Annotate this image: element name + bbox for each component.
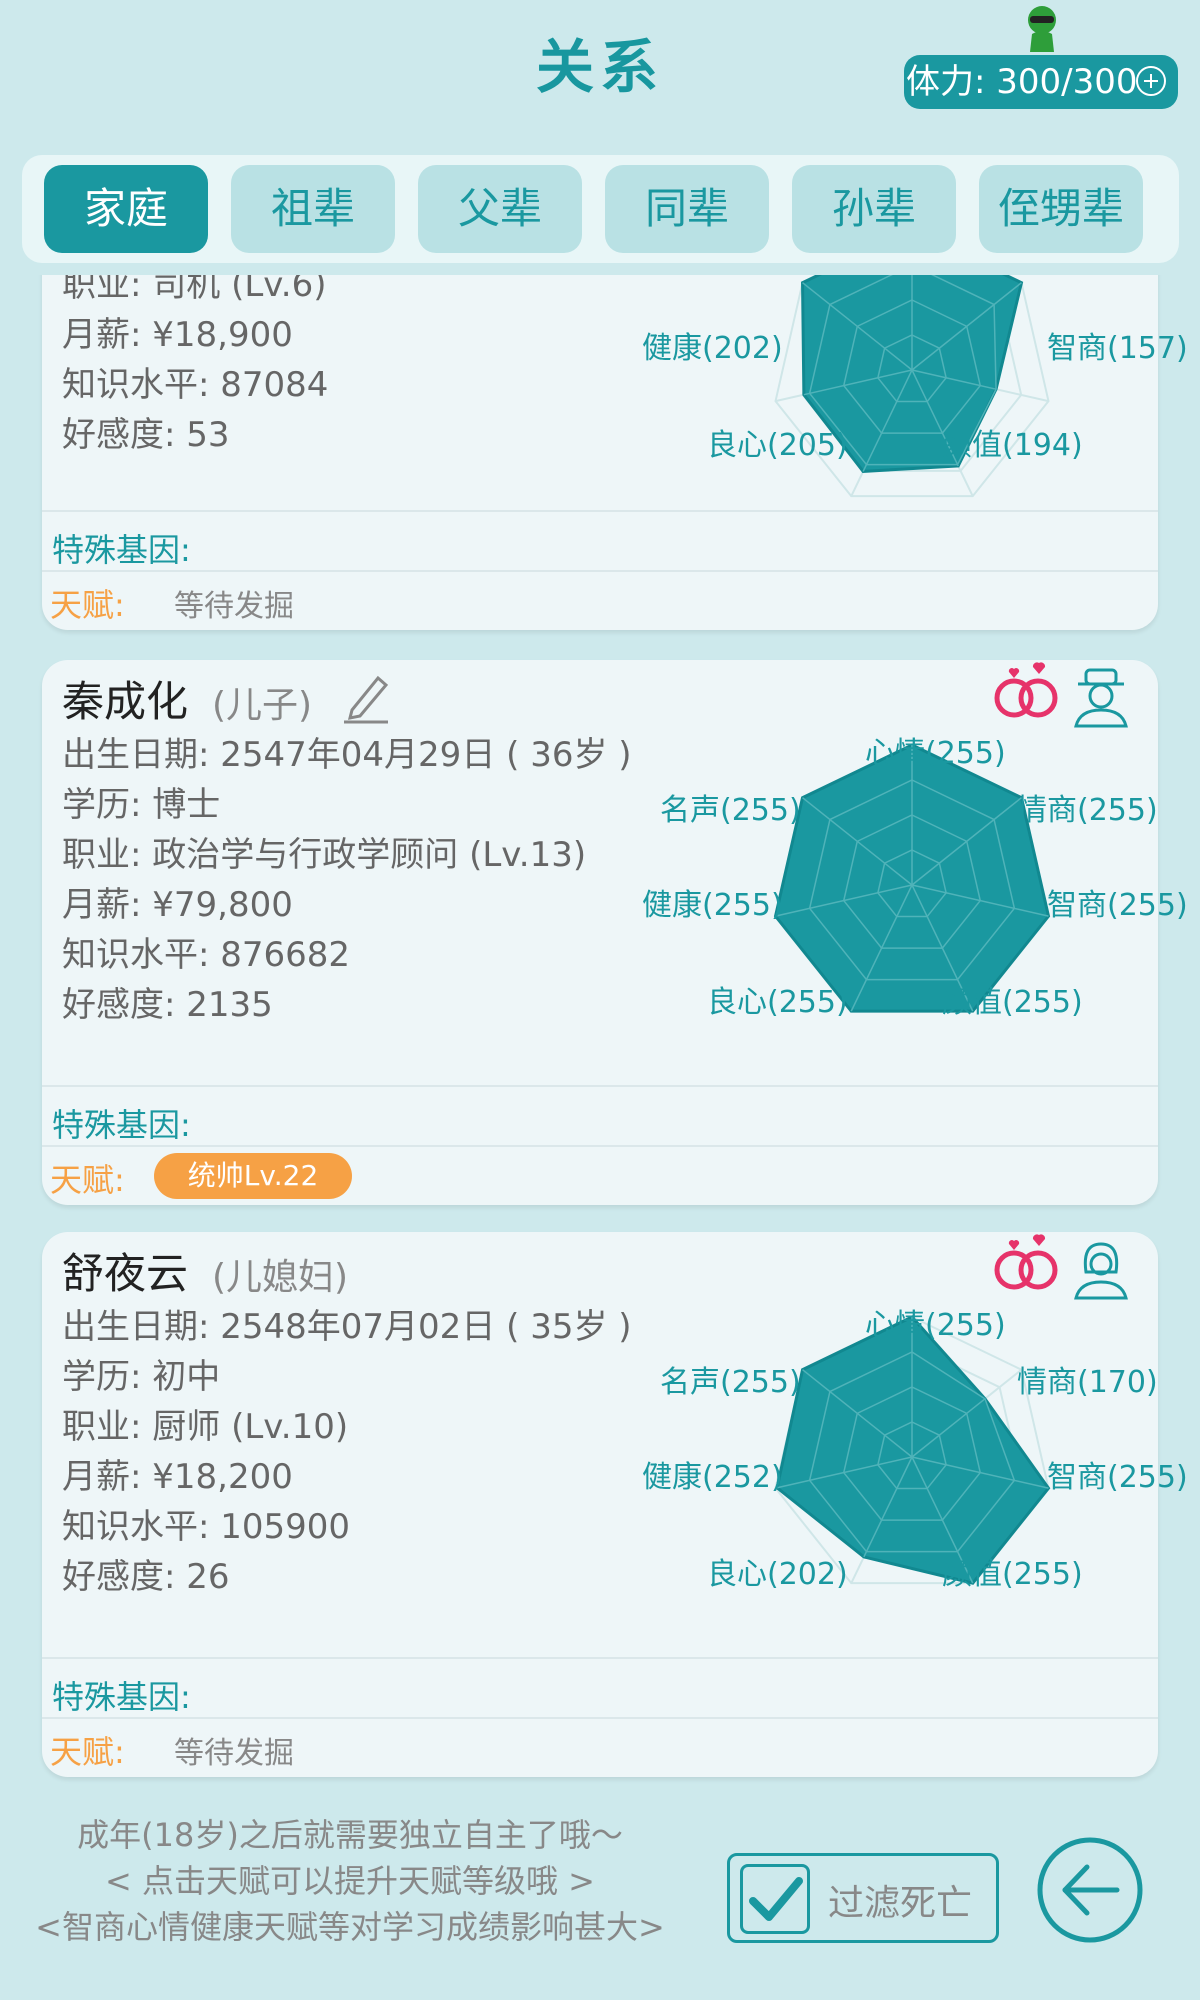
edit-icon[interactable] — [342, 668, 390, 724]
member-name: 舒夜云 — [62, 1249, 189, 1298]
tip-text[interactable]: < 点击天赋可以提升天赋等级哦 > — [0, 1856, 700, 1902]
knowledge-text: 知识水平: 876682 — [62, 935, 351, 975]
member-name: 秦成化 — [62, 677, 189, 726]
radar-label-fame: 名声(255) — [660, 793, 801, 828]
check-icon — [749, 1877, 803, 1921]
affection-text: 好感度: 53 — [62, 415, 230, 455]
salary-text: 月薪: ¥18,900 — [62, 315, 293, 355]
attribute-radar: 心情(255) 情商(255) 智商(255) 颜值(255) 良心(255) … — [642, 736, 1188, 1020]
radar-label-eq: 情商(255) — [1017, 793, 1158, 828]
radar-label-mood: 心情(255) — [865, 736, 1006, 771]
radar-label-looks: 颜值(194) — [942, 428, 1083, 463]
tab-nephews[interactable]: 侄甥辈 — [979, 165, 1143, 253]
gene-label: 特殊基因: — [52, 1106, 191, 1144]
checkbox[interactable] — [740, 1864, 810, 1934]
plus-icon[interactable] — [1136, 66, 1166, 96]
radar-label-fame: 名声(255) — [660, 1365, 801, 1400]
radar-label-intel: 智商(255) — [1047, 888, 1188, 923]
marriage-ring-icon — [994, 1234, 1058, 1290]
tab-peers[interactable]: 同辈 — [605, 165, 769, 253]
tip-text: <智商心情健康天赋等对学习成绩影响甚大> — [35, 1908, 665, 1946]
tab-grandchildren[interactable]: 孙辈 — [792, 165, 956, 253]
female-avatar-icon — [1074, 1242, 1128, 1300]
radar-label-health: 健康(202) — [642, 331, 783, 366]
radar-label-health: 健康(255) — [642, 888, 783, 923]
radar-label-looks: 颜值(255) — [942, 1557, 1083, 1592]
mascot-icon — [1028, 6, 1056, 52]
radar-label-health: 健康(252) — [642, 1460, 783, 1495]
tab-grandparents[interactable]: 祖辈 — [231, 165, 395, 253]
male-avatar-icon — [1074, 668, 1128, 728]
member-relation: (儿媳妇) — [212, 1257, 349, 1298]
radar-value-polygon — [775, 1315, 1051, 1585]
member-card[interactable]: 职业: 司机 (Lv.6) 月薪: ¥18,900 知识水平: 87084 好感… — [42, 275, 1188, 630]
gene-label: 特殊基因: — [52, 1678, 191, 1716]
divider — [42, 1657, 1158, 1659]
talent-status[interactable]: 等待发掘 — [174, 581, 294, 625]
marriage-ring-icon — [994, 662, 1058, 718]
member-relation: (儿子) — [212, 685, 313, 726]
tab-family[interactable]: 家庭 — [44, 165, 208, 253]
salary-text: 月薪: ¥79,800 — [62, 885, 293, 925]
knowledge-text: 知识水平: 87084 — [62, 365, 329, 405]
back-arrow-icon[interactable] — [1035, 1835, 1145, 1945]
job-text: 职业: 厨师 (Lv.10) — [62, 1407, 349, 1447]
gene-label: 特殊基因: — [52, 531, 191, 569]
job-text: 职业: 政治学与行政学顾问 (Lv.13) — [62, 835, 587, 875]
talent-status[interactable]: 等待发掘 — [174, 1728, 294, 1772]
talent-label: 天赋: — [50, 586, 125, 624]
radar-label-conscience: 良心(255) — [707, 985, 848, 1020]
job-text: 职业: 司机 (Lv.6) — [62, 275, 327, 305]
divider — [42, 1085, 1158, 1087]
education-text: 学历: 初中 — [62, 1357, 221, 1397]
filter-label: 过滤死亡 — [828, 1883, 973, 1924]
divider — [42, 1717, 1158, 1719]
radar-label-eq: 情商(170) — [1017, 1365, 1158, 1400]
attribute-radar: 心情(255) 情商(170) 智商(255) 颜值(255) 良心(202) … — [642, 1308, 1188, 1592]
birthdate-text: 出生日期: 2548年07月02日 ( 35岁 ) — [62, 1307, 632, 1347]
salary-text: 月薪: ¥18,200 — [62, 1457, 293, 1497]
relation-tabs: 家庭 祖辈 父辈 同辈 孙辈 侄甥辈 — [22, 155, 1179, 263]
divider — [42, 1145, 1158, 1147]
affection-text: 好感度: 26 — [62, 1557, 230, 1597]
radar-label-intel: 智商(255) — [1047, 1460, 1188, 1495]
tip-text: 成年(18岁)之后就需要独立自主了哦～ — [77, 1816, 623, 1854]
talent-badge[interactable]: 统帅Lv.22 — [154, 1153, 352, 1199]
stamina-badge[interactable]: 体力: 300/300 — [904, 55, 1178, 109]
attribute-radar: 健康(202) 智商(157) 良心(205) 颜值(194) — [642, 275, 1188, 498]
filter-dead-toggle[interactable]: 过滤死亡 — [727, 1853, 999, 1943]
divider — [42, 510, 1158, 512]
affection-text: 好感度: 2135 — [62, 985, 273, 1025]
radar-label-conscience: 良心(202) — [707, 1557, 848, 1592]
education-text: 学历: 博士 — [62, 785, 221, 825]
radar-shape — [773, 743, 1051, 1013]
member-card[interactable]: 舒夜云 (儿媳妇) 出生日期: 2548年07月02日 ( 35岁 ) 学历: … — [42, 1232, 1188, 1777]
radar-shape — [774, 1315, 1051, 1585]
divider — [42, 570, 1158, 572]
radar-label-conscience: 良心(205) — [707, 428, 848, 463]
bottom-bar: 成年(18岁)之后就需要独立自主了哦～ < 点击天赋可以提升天赋等级哦 > <智… — [0, 1800, 1200, 2000]
member-card[interactable]: 秦成化 (儿子) 出生日期: 2547年04月29日 ( 36岁 ) 学历: 博… — [42, 660, 1188, 1205]
knowledge-text: 知识水平: 105900 — [62, 1507, 351, 1547]
birthdate-text: 出生日期: 2547年04月29日 ( 36岁 ) — [62, 735, 632, 775]
talent-label: 天赋: — [50, 1733, 125, 1771]
stamina-label: 体力: 300/300 — [906, 62, 1138, 102]
family-list[interactable]: 职业: 司机 (Lv.6) 月薪: ¥18,900 知识水平: 87084 好感… — [0, 275, 1200, 1795]
radar-label-intel: 智商(157) — [1047, 331, 1188, 366]
radar-label-mood: 心情(255) — [865, 1308, 1006, 1343]
tab-parents[interactable]: 父辈 — [418, 165, 582, 253]
radar-label-looks: 颜值(255) — [942, 985, 1083, 1020]
talent-label: 天赋: — [50, 1161, 125, 1199]
